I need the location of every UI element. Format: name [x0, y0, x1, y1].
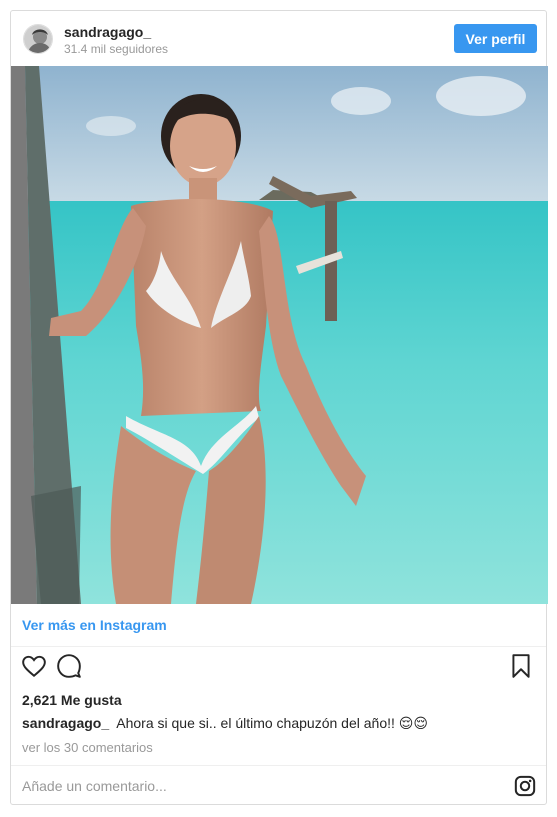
user-info: sandragago_ 31.4 mil seguidores [64, 24, 168, 57]
caption-username[interactable]: sandragago_ [22, 715, 109, 731]
caption-text: Ahora si que si.. el último chapuzón del… [116, 715, 428, 731]
follower-count: 31.4 mil seguidores [64, 42, 169, 56]
heart-icon[interactable] [21, 653, 49, 681]
post-header: sandragago_ 31.4 mil seguidores Ver perf… [11, 11, 546, 67]
action-bar [11, 653, 546, 685]
comment-input[interactable]: Añade un comentario... [22, 778, 167, 794]
post-photo[interactable] [11, 66, 548, 604]
instagram-embed: sandragago_ 31.4 mil seguidores Ver perf… [10, 10, 548, 805]
caption: sandragago_ Ahora si que si.. el último … [22, 715, 537, 732]
see-more-bar: Ver más en Instagram [11, 604, 546, 647]
instagram-icon[interactable] [514, 775, 536, 797]
comment-bar: Añade un comentario... [11, 765, 546, 805]
photo-image [11, 66, 548, 604]
avatar-image [24, 25, 52, 53]
like-count[interactable]: 2,621 Me gusta [22, 692, 122, 708]
username[interactable]: sandragago_ [64, 24, 168, 40]
comment-icon[interactable] [56, 653, 84, 681]
view-profile-button[interactable]: Ver perfil [454, 24, 537, 53]
view-comments-link[interactable]: ver los 30 comentarios [22, 740, 153, 755]
bookmark-icon[interactable] [508, 653, 536, 681]
avatar[interactable] [23, 24, 53, 54]
see-more-link[interactable]: Ver más en Instagram [22, 617, 167, 633]
